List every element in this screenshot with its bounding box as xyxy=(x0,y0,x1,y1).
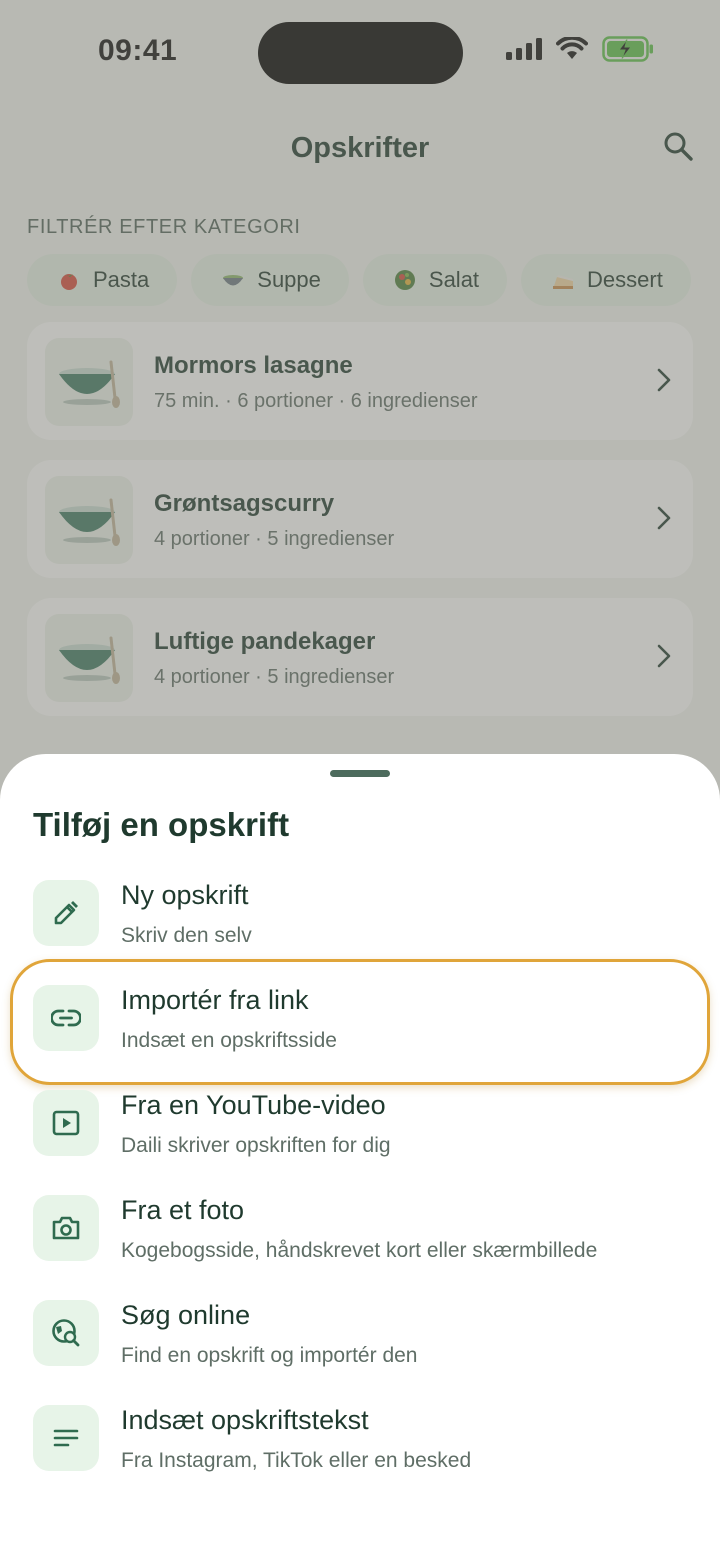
option-icon-tile xyxy=(33,880,99,946)
video-play-icon xyxy=(52,1110,80,1136)
option-icon-tile xyxy=(33,1405,99,1471)
add-recipe-sheet: Tilføj en opskrift Ny opskrift Skriv den… xyxy=(0,754,720,1564)
option-search-online[interactable]: Søg online Find en opskrift og importér … xyxy=(0,1298,720,1403)
add-options-list: Ny opskrift Skriv den selv Importér fra … xyxy=(0,878,720,1508)
option-paste-text[interactable]: Indsæt opskriftstekst Fra Instagram, Tik… xyxy=(0,1403,720,1508)
text-lines-icon xyxy=(53,1429,79,1447)
option-title: Ny opskrift xyxy=(121,880,249,910)
option-subtitle: Kogebogsside, håndskrevet kort eller skæ… xyxy=(121,1239,598,1262)
option-title: Søg online xyxy=(121,1300,251,1330)
option-subtitle: Daili skriver opskriften for dig xyxy=(121,1134,391,1157)
sheet-grabber[interactable] xyxy=(330,770,390,777)
option-youtube-video[interactable]: Fra en YouTube-video Daili skriver opskr… xyxy=(0,1088,720,1193)
option-subtitle: Indsæt en opskriftsside xyxy=(121,1029,337,1052)
link-icon xyxy=(51,1009,81,1027)
camera-icon xyxy=(52,1216,80,1240)
sheet-title: Tilføj en opskrift xyxy=(33,806,290,843)
option-icon-tile xyxy=(33,1195,99,1261)
option-icon-tile xyxy=(33,985,99,1051)
option-subtitle: Fra Instagram, TikTok eller en besked xyxy=(121,1449,472,1472)
pencil-icon xyxy=(54,901,78,925)
option-title: Fra et foto xyxy=(121,1195,245,1225)
option-import-link[interactable]: Importér fra link Indsæt en opskriftssid… xyxy=(0,959,720,1088)
option-subtitle: Find en opskrift og importér den xyxy=(121,1344,418,1367)
option-title: Fra en YouTube-video xyxy=(121,1090,386,1120)
option-title: Indsæt opskriftstekst xyxy=(121,1405,369,1435)
option-subtitle: Skriv den selv xyxy=(121,924,252,947)
option-title: Importér fra link xyxy=(121,985,309,1015)
option-icon-tile xyxy=(33,1090,99,1156)
globe-search-icon xyxy=(52,1319,80,1347)
option-icon-tile xyxy=(33,1300,99,1366)
option-photo[interactable]: Fra et foto Kogebogsside, håndskrevet ko… xyxy=(0,1193,720,1298)
